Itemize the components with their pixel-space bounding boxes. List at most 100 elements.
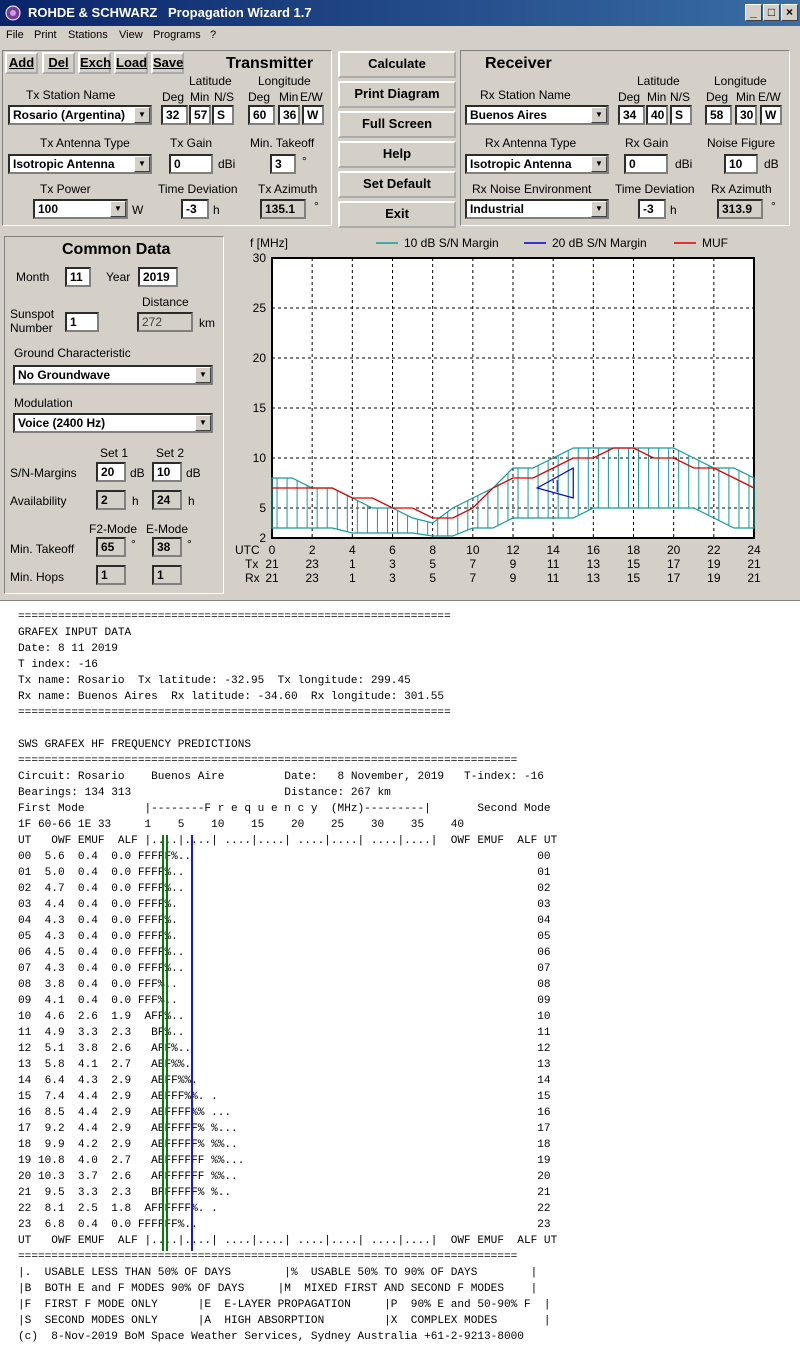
x-axis-label: UTC (235, 543, 260, 557)
rx-gain-input[interactable]: 0 (624, 154, 668, 174)
menu-view[interactable]: View (119, 29, 143, 41)
exchange-button[interactable]: Exch (78, 52, 111, 74)
exit-button[interactable]: Exit (338, 201, 456, 228)
rx-gain-unit: dBi (675, 157, 693, 171)
rx-lon-ew-input[interactable]: W (760, 105, 782, 125)
tx-station-label: Tx Station Name (26, 88, 116, 102)
tx-azimuth-label: Tx Azimuth (258, 182, 318, 196)
tx-power-select[interactable]: 100 ▼ (33, 199, 128, 219)
tx-lat-ns-input[interactable]: S (212, 105, 234, 125)
report-line: (c) 8-Nov-2019 BoM Space Weather Service… (18, 1331, 524, 1343)
report-line: Tx name: Rosario Tx latitude: -32.95 Tx … (18, 675, 411, 687)
rx-hour-label: 13 (587, 571, 601, 585)
set-default-button[interactable]: Set Default (338, 171, 456, 198)
rx-lat-ns-input[interactable]: S (670, 105, 692, 125)
tx-lon-min-input[interactable]: 36 (278, 105, 300, 125)
rx-noise-label: Noise Figure (707, 136, 776, 150)
tx-lon-deg-input[interactable]: 60 (248, 105, 275, 125)
add-button[interactable]: Add (5, 52, 38, 74)
save-button[interactable]: Save (151, 52, 184, 74)
snm-set1-input[interactable]: 20 (96, 462, 126, 482)
report-line: |. USABLE LESS THAN 50% OF DAYS |% USABL… (18, 1267, 538, 1279)
y-tick-label: 5 (259, 501, 266, 515)
report-line: SWS GRAFEX HF FREQUENCY PREDICTIONS (18, 739, 252, 751)
rx-timedev-input[interactable]: -3 (638, 199, 666, 219)
tx-lat-deg-input[interactable]: 32 (161, 105, 188, 125)
x-tick-label: 6 (389, 543, 396, 557)
y-axis-label: f [MHz] (250, 236, 288, 250)
report-alf-marker (162, 835, 164, 1251)
chevron-down-icon: ▼ (134, 107, 150, 123)
menu-programs[interactable]: Programs (153, 29, 201, 41)
takeoff-f2-value: 65 (96, 537, 126, 557)
menu-help[interactable]: ? (210, 29, 216, 41)
close-button[interactable]: × (781, 4, 798, 21)
calculate-button[interactable]: Calculate (338, 51, 456, 78)
y-tick-label: 20 (253, 351, 267, 365)
common-takeoff-label: Min. Takeoff (10, 542, 75, 556)
report-line: ========================================… (18, 755, 518, 767)
chevron-down-icon: ▼ (591, 156, 607, 172)
menu-print[interactable]: Print (34, 29, 57, 41)
tx-lon-ew-input[interactable]: W (302, 105, 324, 125)
tx-antenna-select[interactable]: Isotropic Antenna ▼ (8, 154, 152, 174)
ground-select[interactable]: No Groundwave ▼ (13, 365, 213, 385)
menu-stations[interactable]: Stations (68, 29, 108, 41)
maximize-button[interactable]: □ (763, 4, 780, 21)
tx-timedev-unit: h (213, 203, 220, 217)
modulation-select[interactable]: Voice (2400 Hz) ▼ (13, 413, 213, 433)
minimize-button[interactable]: _ (745, 4, 762, 21)
sunspot-input[interactable]: 1 (65, 312, 99, 332)
rx-lon-min-label: Min (736, 90, 756, 104)
menu-file[interactable]: File (6, 29, 24, 41)
tx-antenna-label: Tx Antenna Type (40, 136, 130, 150)
x-tick-label: 10 (466, 543, 480, 557)
takeoff-f2-unit: ° (131, 537, 136, 551)
report-line: First Mode |--------F r e q u e n c y (M… (18, 803, 551, 815)
rx-env-value: Industrial (470, 202, 525, 216)
print-diagram-button[interactable]: Print Diagram (338, 81, 456, 108)
report-text: ========================================… (18, 609, 557, 1345)
y-tick-label: 30 (253, 251, 267, 265)
rx-hour-label: 23 (305, 571, 319, 585)
report-line: 01 5.0 0.4 0.0 FFFF%.. 01 (18, 867, 551, 879)
report-line: 17 9.2 4.4 2.9 ABFFFFF% %... 17 (18, 1123, 551, 1135)
rx-hour-label: 1 (349, 571, 356, 585)
tx-hour-label: 11 (547, 557, 560, 571)
rx-lon-min-input[interactable]: 30 (735, 105, 757, 125)
full-screen-button[interactable]: Full Screen (338, 111, 456, 138)
x-tick-label: 18 (627, 543, 641, 557)
report-line: 05 4.3 0.4 0.0 FFFF%. 05 (18, 931, 551, 943)
tx-station-select[interactable]: Rosario (Argentina) ▼ (8, 105, 152, 125)
tx-takeoff-input[interactable]: 3 (270, 154, 296, 174)
rx-antenna-select[interactable]: Isotropic Antenna ▼ (465, 154, 609, 174)
load-button[interactable]: Load (114, 52, 148, 74)
rx-station-value: Buenos Aires (470, 108, 547, 122)
rx-lon-deg-input[interactable]: 58 (705, 105, 732, 125)
report-line (18, 721, 557, 737)
x-tick-label: 20 (667, 543, 681, 557)
month-input[interactable]: 11 (65, 267, 91, 287)
rx-lat-min-input[interactable]: 40 (646, 105, 668, 125)
tx-lat-min-input[interactable]: 57 (189, 105, 211, 125)
modulation-label: Modulation (14, 396, 73, 410)
set1-label: Set 1 (100, 446, 129, 460)
x-tick-label: 0 (269, 543, 276, 557)
help-button[interactable]: Help (338, 141, 456, 168)
delete-button[interactable]: Del (42, 52, 75, 74)
rx-lat-deg-input[interactable]: 34 (618, 105, 645, 125)
rx-noise-input[interactable]: 10 (724, 154, 758, 174)
snm-set2-input[interactable]: 10 (152, 462, 182, 482)
rx-lat-deg-label: Deg (618, 90, 641, 104)
tx-timedev-input[interactable]: -3 (181, 199, 209, 219)
legend-label: MUF (702, 236, 728, 250)
report-line: T index: -16 (18, 659, 98, 671)
rx-station-select[interactable]: Buenos Aires ▼ (465, 105, 609, 125)
year-input[interactable]: 2019 (138, 267, 178, 287)
tx-hour-label: 13 (587, 557, 601, 571)
report-line: Circuit: Rosario Buenos Aire Date: 8 Nov… (18, 771, 544, 783)
rx-env-select[interactable]: Industrial ▼ (465, 199, 609, 219)
chevron-down-icon: ▼ (110, 201, 126, 217)
tx-gain-input[interactable]: 0 (169, 154, 213, 174)
tx-hour-label: 1 (349, 557, 356, 571)
